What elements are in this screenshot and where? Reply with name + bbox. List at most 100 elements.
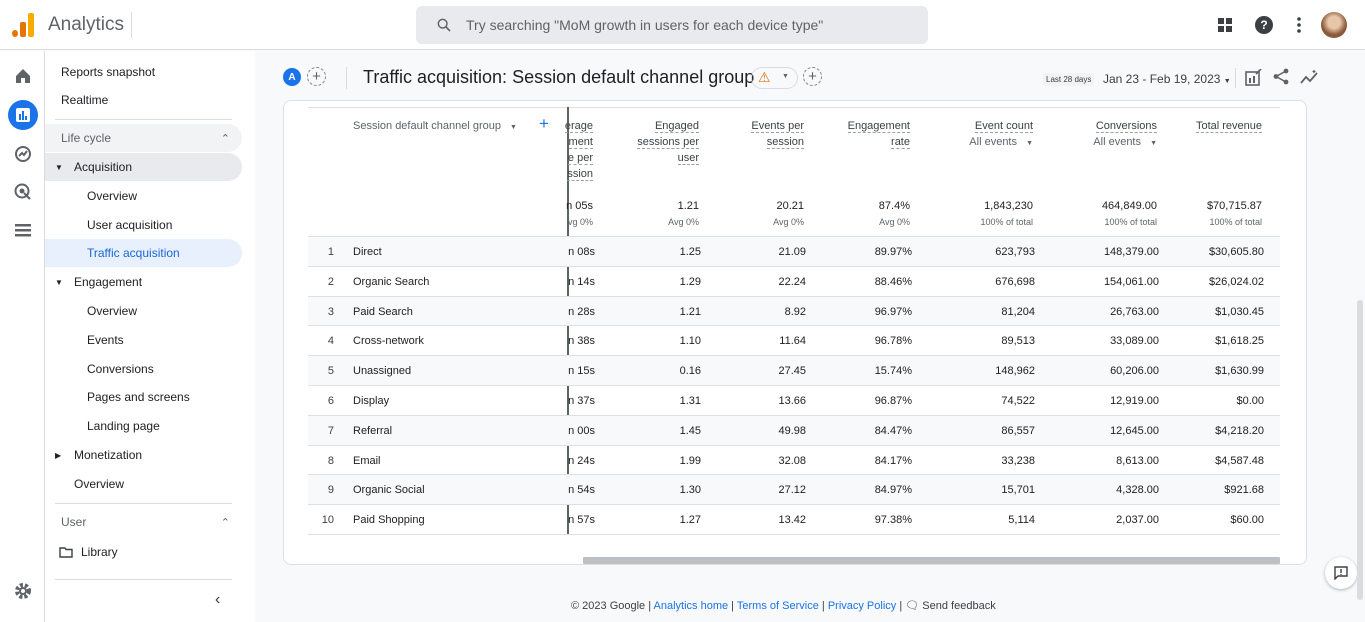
row-index: 7 xyxy=(327,424,334,437)
nav-events[interactable]: Events xyxy=(45,326,242,354)
table-row[interactable]: 1 Direct n 08s 1.25 21.09 89.97% 623,793 148,37… xyxy=(308,236,1280,266)
metric-cell: 1.29 xyxy=(679,275,701,288)
channel-name[interactable]: Organic Social xyxy=(353,484,425,496)
footer: © 2023 Google | Analytics home | Terms o… xyxy=(571,600,996,612)
nav-section-user[interactable]: User ⌃ xyxy=(45,508,242,536)
metric-dropdown[interactable]: All events ▼ xyxy=(1093,134,1157,152)
metric-dropdown[interactable]: All events ▼ xyxy=(969,134,1033,152)
nav-acquisition-overview[interactable]: Overview xyxy=(45,182,242,210)
add-dimension-icon[interactable]: + xyxy=(539,114,549,134)
column-total-sub: 100% of total xyxy=(1209,217,1262,227)
table-row[interactable]: 8 Email n 24s 1.99 32.08 84.17% 33,238 8,613.00… xyxy=(308,444,1280,475)
customize-report-icon[interactable] xyxy=(1245,69,1262,86)
column-label: rate xyxy=(891,136,910,149)
apps-grid-icon[interactable] xyxy=(1215,15,1235,35)
channel-name[interactable]: Referral xyxy=(353,425,392,437)
dropdown-value: All events xyxy=(1093,136,1141,148)
row-index: 3 xyxy=(327,305,334,318)
column-header[interactable]: Event count All events ▼ xyxy=(969,118,1033,152)
column-header[interactable]: Engagement rate xyxy=(847,118,910,150)
column-header[interactable]: Events per session xyxy=(751,118,804,150)
help-icon[interactable]: ? xyxy=(1254,15,1274,35)
page-scrollbar[interactable] xyxy=(1357,300,1363,600)
table-row[interactable]: 9 Organic Social n 54s 1.30 27.12 84.97% 15,70… xyxy=(308,474,1280,505)
warning-icon: ⚠ xyxy=(758,69,771,85)
column-header[interactable]: erage ment e per ssion xyxy=(564,118,593,182)
column-header[interactable]: Engaged sessions per user xyxy=(637,118,699,166)
feedback-button[interactable] xyxy=(1325,557,1357,589)
table-row[interactable]: 4 Cross-network n 38s 1.10 11.64 96.78% 89,513… xyxy=(308,325,1280,355)
collapse-chevron-icon[interactable]: ‹ xyxy=(215,591,220,609)
nav-realtime[interactable]: Realtime xyxy=(45,86,242,114)
channel-name[interactable]: Cross-network xyxy=(353,335,424,347)
column-label: session xyxy=(766,136,804,149)
explore-icon[interactable] xyxy=(8,139,38,169)
caret-down-icon: ▼ xyxy=(55,162,63,172)
warning-dropdown[interactable]: ⚠ ▼ xyxy=(751,67,798,89)
nav-section-life-cycle[interactable]: Life cycle ⌃ xyxy=(45,124,242,152)
search-input[interactable]: Try searching "MoM growth in users for e… xyxy=(416,6,928,44)
settings-icon[interactable] xyxy=(8,576,38,606)
channel-name[interactable]: Paid Search xyxy=(353,306,413,318)
top-bar: Analytics Try searching "MoM growth in u… xyxy=(0,0,1365,50)
column-header[interactable]: Conversions All events ▼ xyxy=(1093,118,1157,152)
column-total-sub: 100% of total xyxy=(1104,217,1157,227)
nav-acquisition[interactable]: ▼ Acquisition xyxy=(45,153,242,181)
nav-pages-screens[interactable]: Pages and screens xyxy=(45,383,242,411)
channel-name[interactable]: Direct xyxy=(353,246,382,258)
metric-cell: 49.98 xyxy=(778,424,806,437)
nav-monetization[interactable]: ▶ Monetization xyxy=(45,441,242,469)
user-avatar[interactable] xyxy=(1321,12,1347,38)
privacy-link[interactable]: Privacy Policy xyxy=(828,600,896,612)
nav-traffic-acquisition[interactable]: Traffic acquisition xyxy=(45,239,242,267)
terms-link[interactable]: Terms of Service xyxy=(737,600,819,612)
table-row[interactable]: 3 Paid Search n 28s 1.21 8.92 96.97% 81,204 26,… xyxy=(308,295,1280,326)
advertising-icon[interactable] xyxy=(8,177,38,207)
channel-name[interactable]: Paid Shopping xyxy=(353,514,425,526)
nav-engagement[interactable]: ▼ Engagement xyxy=(45,268,242,296)
date-range-picker[interactable]: Jan 23 - Feb 19, 2023 ▼ xyxy=(1103,72,1231,86)
nav-landing-page[interactable]: Landing page xyxy=(45,412,242,440)
nav-reports-snapshot[interactable]: Reports snapshot xyxy=(45,58,242,86)
metric-cell: 21.09 xyxy=(778,246,806,258)
column-label: sessions per xyxy=(637,136,699,149)
channel-name[interactable]: Display xyxy=(353,395,389,407)
metric-cell: n 15s xyxy=(568,365,595,378)
table-row[interactable]: 7 Referral n 00s 1.45 49.98 84.47% 86,557 12,64… xyxy=(308,414,1280,445)
table-row[interactable]: 10 Paid Shopping n 57s 1.27 13.42 97.38% 5,114… xyxy=(308,504,1280,534)
nav-library[interactable]: Library xyxy=(45,538,242,566)
analytics-home-link[interactable]: Analytics home xyxy=(654,600,729,612)
dimension-selector[interactable]: Session default channel group ▼ xyxy=(353,120,517,132)
share-icon[interactable] xyxy=(1273,68,1290,85)
nav-engagement-overview[interactable]: Overview xyxy=(45,297,242,325)
column-header[interactable]: Total revenue xyxy=(1195,118,1262,134)
insights-icon[interactable] xyxy=(1300,69,1319,85)
add-comparison-icon[interactable]: + xyxy=(307,67,326,86)
send-feedback-link[interactable]: 🗨 Send feedback xyxy=(905,600,995,612)
home-icon[interactable] xyxy=(8,61,38,91)
list-icon[interactable] xyxy=(8,215,38,245)
metric-cell: $1,030.45 xyxy=(1215,305,1264,318)
sidebar-nav: Reports snapshot Realtime Life cycle ⌃ ▼ A… xyxy=(45,51,255,622)
table-row[interactable]: 2 Organic Search n 14s 1.29 22.24 88.46% 676,6… xyxy=(308,265,1280,296)
channel-name[interactable]: Email xyxy=(353,455,381,467)
add-filter-icon[interactable]: + xyxy=(803,67,822,86)
nav-conversions[interactable]: Conversions xyxy=(45,355,242,383)
nav-monetization-overview[interactable]: Overview xyxy=(45,470,242,498)
channel-name[interactable]: Unassigned xyxy=(353,365,411,377)
caret-down-icon: ▼ xyxy=(55,277,63,287)
table-row[interactable]: 6 Display n 37s 1.31 13.66 96.87% 74,522 12,919… xyxy=(308,385,1280,415)
totals-cell: 20.21 Avg 0% xyxy=(773,198,804,230)
more-vert-icon[interactable] xyxy=(1289,15,1309,35)
comparison-avatar[interactable]: A xyxy=(283,68,301,86)
column-total-sub: Avg 0% xyxy=(773,217,804,227)
metric-cell: 96.97% xyxy=(874,305,912,318)
horizontal-scrollbar[interactable] xyxy=(583,557,1280,564)
channel-name[interactable]: Organic Search xyxy=(353,276,429,288)
table-row[interactable]: 5 Unassigned n 15s 0.16 27.45 15.74% 148,962 60… xyxy=(308,355,1280,386)
column-label: ssion xyxy=(567,168,593,181)
reports-icon[interactable] xyxy=(8,100,38,130)
metric-cell: 154,061.00 xyxy=(1103,275,1159,288)
metric-cell: 1.10 xyxy=(679,335,701,348)
nav-user-acquisition[interactable]: User acquisition xyxy=(45,211,242,239)
